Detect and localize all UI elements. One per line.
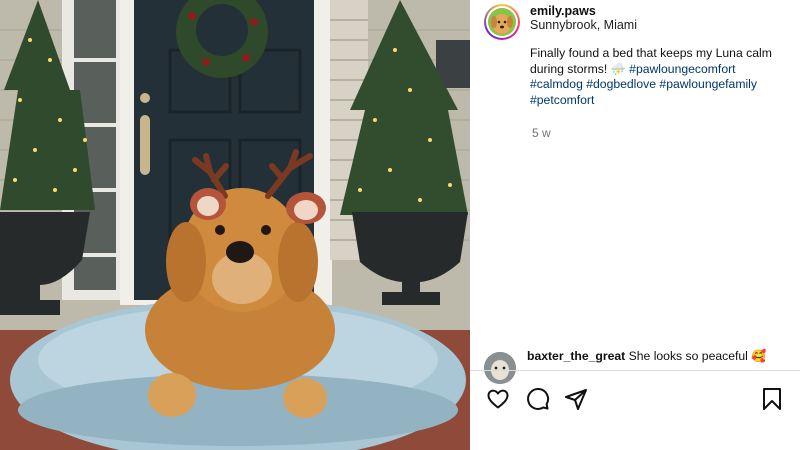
comment-username[interactable]: baxter_the_great	[527, 349, 625, 363]
post-location[interactable]: Sunnybrook, Miami	[530, 18, 637, 32]
comment-text-line: baxter_the_great She looks so peaceful 🥰	[527, 349, 766, 363]
post-details-panel: emily.paws Sunnybrook, Miami Finally fou…	[470, 0, 800, 450]
action-bar	[470, 380, 800, 416]
bookmark-icon[interactable]	[759, 386, 785, 412]
heart-icon[interactable]	[485, 386, 511, 412]
divider	[470, 370, 800, 371]
post-photo[interactable]	[0, 0, 470, 450]
author-avatar[interactable]	[484, 4, 520, 40]
post-caption: Finally found a bed that keeps my Luna c…	[530, 46, 788, 108]
author-username[interactable]: emily.paws	[530, 4, 596, 18]
comment-row: baxter_the_great She looks so peaceful 🥰	[484, 346, 800, 384]
comment-body: She looks so peaceful 🥰	[628, 349, 767, 363]
post-image	[0, 0, 470, 450]
dog-avatar-icon	[488, 8, 516, 36]
post-timestamp[interactable]: 5 w	[532, 126, 551, 140]
comment-bubble-icon[interactable]	[525, 386, 551, 412]
paper-plane-icon[interactable]	[563, 386, 589, 412]
